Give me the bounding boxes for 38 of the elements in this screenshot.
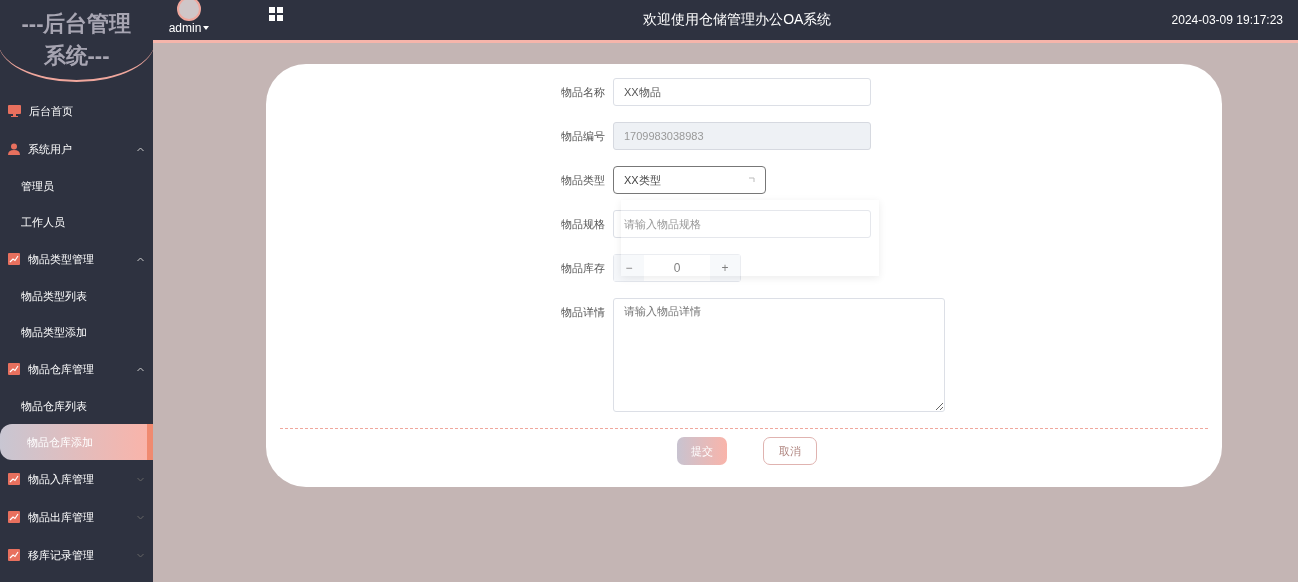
submenu-item[interactable]: 物品类型添加 <box>0 314 153 350</box>
chart-icon <box>8 253 20 265</box>
avatar[interactable] <box>177 0 201 21</box>
plus-button[interactable]: + <box>710 255 740 281</box>
menu-item[interactable]: 后台首页 <box>29 103 145 119</box>
minus-button[interactable]: − <box>614 255 644 281</box>
menu-item[interactable]: 物品类型管理 <box>28 251 128 267</box>
menu-item[interactable]: 移库记录管理 <box>28 547 128 563</box>
submenu-item[interactable]: 管理员 <box>0 168 153 204</box>
user-name[interactable]: admin <box>168 21 202 35</box>
grid-icon[interactable] <box>269 7 283 21</box>
number-stepper[interactable]: − 0 + <box>613 254 741 282</box>
date-time: 2024-03-09 19:17:23 <box>1171 13 1283 27</box>
menu-item[interactable]: 物品出库管理 <box>28 509 128 525</box>
field-label: 物品规格 <box>560 217 606 232</box>
text-field[interactable]: 请输入物品规格 <box>613 210 871 238</box>
monitor-icon <box>8 105 21 117</box>
details-field[interactable]: 请输入物品详情 <box>613 298 945 412</box>
text-field[interactable]: XX物品 <box>613 78 871 106</box>
logo-text: ---后台管理系统--- <box>21 10 132 70</box>
menu-item[interactable]: 系统用户 <box>28 141 128 157</box>
menu-item[interactable]: 物品仓库管理 <box>28 361 128 377</box>
select-field[interactable]: XX类型 <box>613 166 766 194</box>
submenu-item[interactable]: 工作人员 <box>0 204 153 240</box>
submenu-item[interactable]: 物品类型列表 <box>0 278 153 314</box>
chart-icon <box>8 363 20 375</box>
chart-icon <box>8 473 20 485</box>
field-label: 物品详情 <box>560 305 606 320</box>
submenu-item[interactable]: 物品仓库列表 <box>0 388 153 424</box>
chart-icon <box>8 549 20 561</box>
field-label: 物品库存 <box>560 261 606 276</box>
field-label: 物品编号 <box>560 129 606 144</box>
chart-icon <box>8 511 20 523</box>
person-icon <box>8 143 20 155</box>
field-label: 物品名称 <box>560 85 606 100</box>
field-label: 物品类型 <box>560 173 606 188</box>
header-title: 欢迎使用仓储管理办公OA系统 <box>642 11 833 29</box>
menu-item[interactable]: 物品入库管理 <box>28 471 128 487</box>
